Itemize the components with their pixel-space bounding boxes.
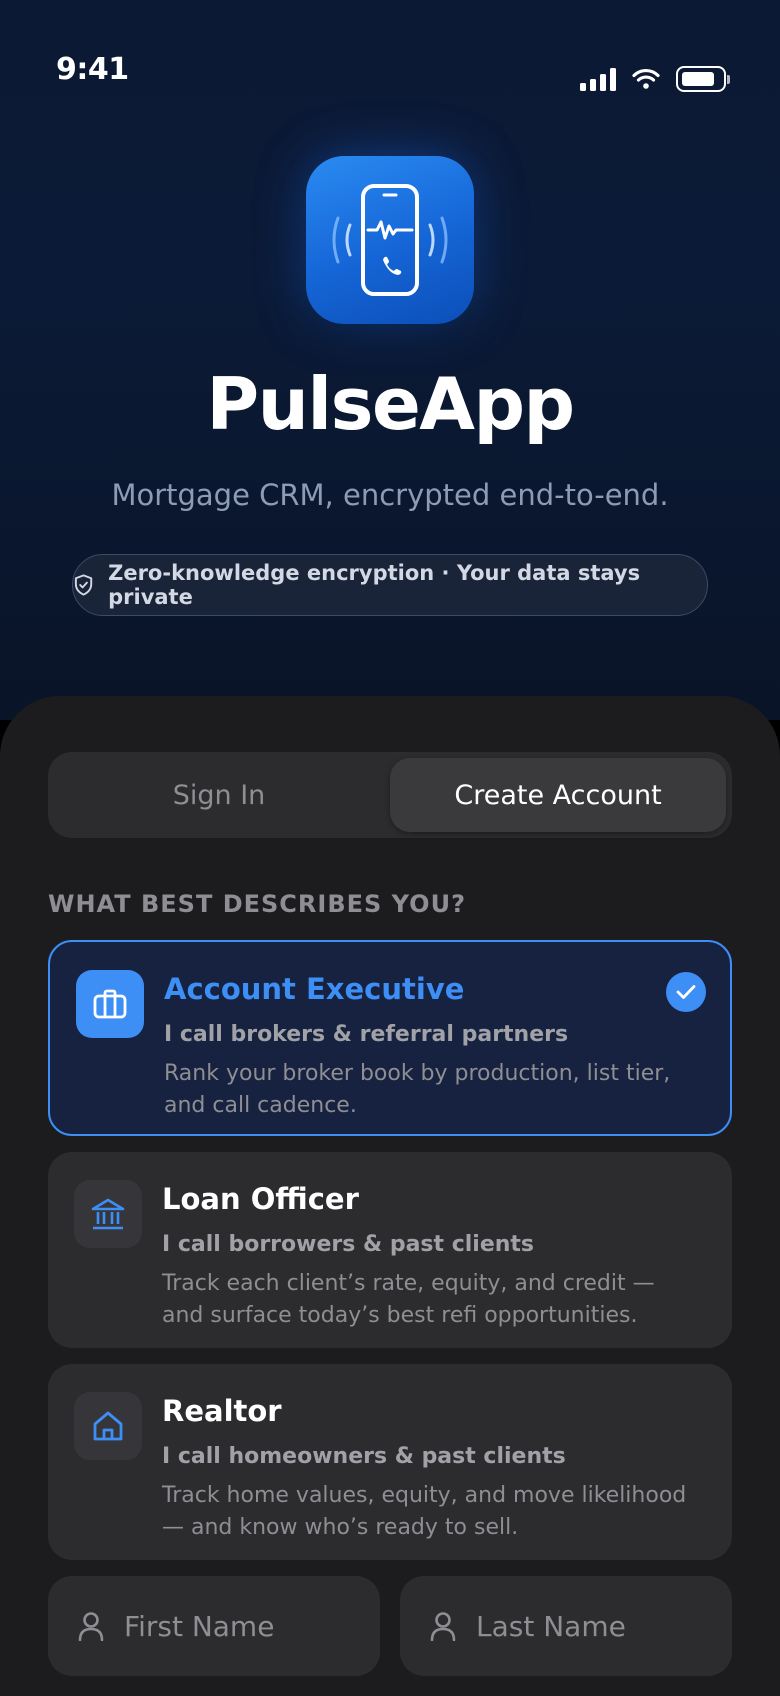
role-card-loan-officer[interactable]: Loan Officer I call borrowers & past cli… (48, 1152, 732, 1348)
role-subtitle: I call borrowers & past clients (162, 1232, 535, 1257)
tab-sign-in[interactable]: Sign In (54, 758, 384, 832)
privacy-badge-label: Zero-knowledge encryption · Your data st… (108, 561, 641, 609)
role-title: Realtor (162, 1394, 282, 1428)
role-description: Rank your broker book by production, lis… (164, 1061, 671, 1118)
status-icons (580, 66, 730, 92)
first-name-input[interactable] (124, 1596, 364, 1656)
role-card-account-executive[interactable]: Account Executive I call brokers & refer… (48, 940, 732, 1136)
role-subtitle: I call homeowners & past clients (162, 1444, 566, 1469)
role-description: Track each client’s rate, equity, and cr… (162, 1271, 655, 1328)
status-bar: 9:41 (0, 0, 780, 110)
role-description: Track home values, equity, and move like… (162, 1483, 687, 1540)
person-icon (430, 1612, 456, 1641)
role-section-label: WHAT BEST DESCRIBES YOU? (48, 890, 466, 918)
auth-tabs: Sign In Create Account (48, 752, 732, 838)
wifi-icon (632, 68, 660, 89)
role-title: Account Executive (164, 972, 465, 1006)
last-name-field[interactable] (400, 1576, 732, 1676)
briefcase-icon (76, 970, 144, 1038)
status-time: 9:41 (56, 52, 129, 87)
bank-icon (74, 1180, 142, 1248)
role-title: Loan Officer (162, 1182, 359, 1216)
last-name-input[interactable] (476, 1596, 716, 1656)
role-card-realtor[interactable]: Realtor I call homeowners & past clients… (48, 1364, 732, 1560)
cellular-signal-icon (580, 67, 616, 91)
app-name: PulseApp (206, 362, 575, 446)
app-logo-icon (306, 156, 474, 324)
tab-create-account[interactable]: Create Account (390, 758, 726, 832)
first-name-field[interactable] (48, 1576, 380, 1676)
house-icon (74, 1392, 142, 1460)
person-icon (78, 1612, 104, 1641)
battery-icon (676, 66, 730, 92)
selected-check-icon (666, 972, 706, 1012)
app-tagline: Mortgage CRM, encrypted end-to-end. (111, 478, 669, 512)
shield-check-icon (74, 574, 93, 596)
privacy-badge: Zero-knowledge encryption · Your data st… (72, 554, 708, 616)
role-subtitle: I call brokers & referral partners (164, 1022, 569, 1047)
